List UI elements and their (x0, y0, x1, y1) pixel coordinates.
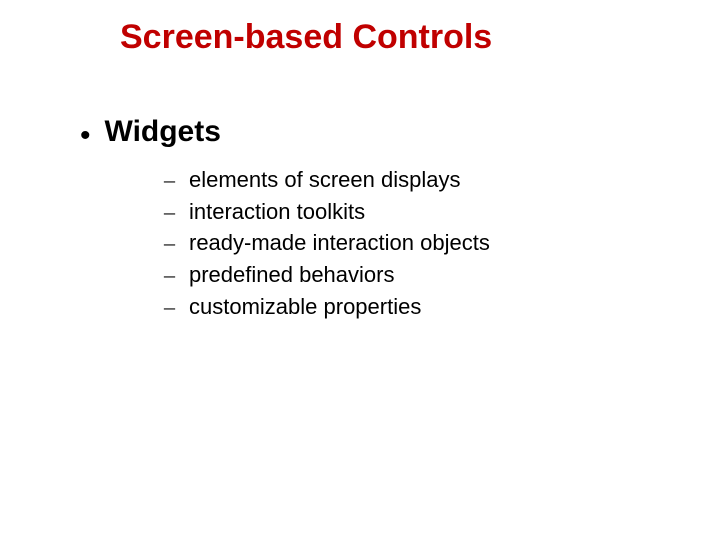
dash-icon: – (164, 260, 175, 290)
slide-title: Screen-based Controls (120, 18, 720, 57)
dash-icon: – (164, 292, 175, 322)
sub-bullet-item: – interaction toolkits (164, 197, 720, 227)
dash-icon: – (164, 165, 175, 195)
sub-bullet-label: predefined behaviors (189, 260, 394, 290)
sub-bullet-label: customizable properties (189, 292, 421, 322)
sub-bullet-label: ready-made interaction objects (189, 228, 490, 258)
sub-bullet-item: – customizable properties (164, 292, 720, 322)
bullet-item: • Widgets (80, 115, 720, 151)
dash-icon: – (164, 228, 175, 258)
sub-bullet-label: interaction toolkits (189, 197, 365, 227)
sub-bullet-list: – elements of screen displays – interact… (164, 165, 720, 321)
bullet-dot-icon: • (80, 121, 91, 151)
sub-bullet-item: – elements of screen displays (164, 165, 720, 195)
slide-container: Screen-based Controls • Widgets – elemen… (0, 0, 720, 540)
sub-bullet-label: elements of screen displays (189, 165, 460, 195)
bullet-label: Widgets (105, 115, 221, 149)
sub-bullet-item: – predefined behaviors (164, 260, 720, 290)
dash-icon: – (164, 197, 175, 227)
sub-bullet-item: – ready-made interaction objects (164, 228, 720, 258)
